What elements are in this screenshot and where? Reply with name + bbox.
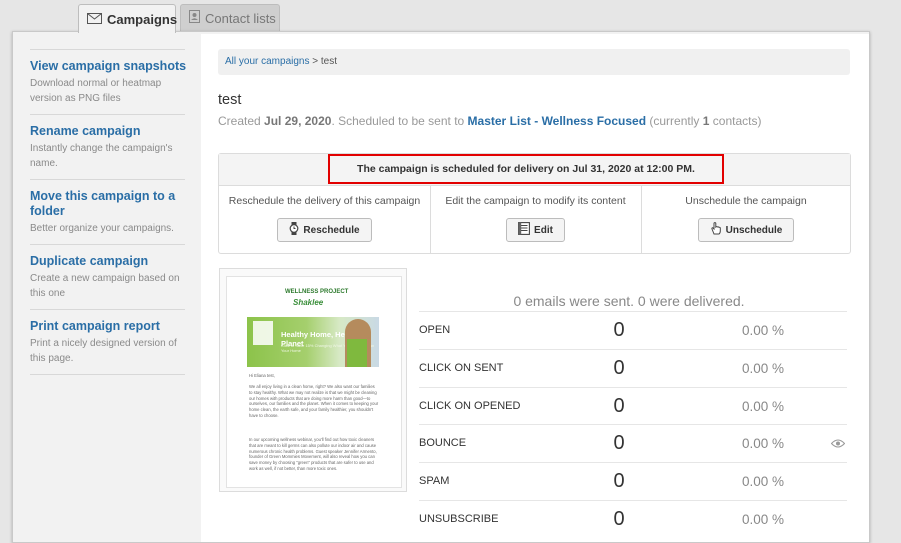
stat-row-spam: SPAM 0 0.00 % — [419, 462, 847, 500]
preview-brand-logo: Shaklee — [293, 298, 324, 307]
sidebar-item-move-folder[interactable]: Move this campaign to a folder Better or… — [30, 189, 188, 236]
stat-name: CLICK ON OPENED — [419, 399, 521, 412]
stat-row-click-on-sent: CLICK ON SENT 0 0.00 % — [419, 348, 847, 387]
tab-campaigns-label: Campaigns — [107, 11, 178, 27]
sidebar: View campaign snapshots Download normal … — [13, 32, 203, 542]
sidebar-item-view-snapshots[interactable]: View campaign snapshots Download normal … — [30, 59, 188, 106]
sidebar-item-desc: Create a new campaign based on this one — [30, 273, 180, 299]
page-title: test — [218, 92, 242, 108]
email-preview-content: WELLNESS PROJECT Shaklee Healthy Home, H… — [226, 276, 402, 488]
stat-row-click-on-opened: CLICK ON OPENED 0 0.00 % — [419, 386, 847, 425]
unschedule-button[interactable]: Unschedule — [697, 218, 795, 242]
tab-contact-lists-label: Contact lists — [205, 10, 276, 26]
edit-button-label: Edit — [534, 224, 553, 236]
reschedule-section: Reschedule the delivery of this campaign… — [219, 185, 431, 254]
document-edit-icon — [518, 222, 530, 238]
sidebar-item-rename[interactable]: Rename campaign Instantly change the cam… — [30, 124, 188, 171]
sidebar-divider — [30, 244, 185, 245]
sidebar-item-title[interactable]: Move this campaign to a folder — [30, 189, 188, 219]
sidebar-divider — [30, 179, 185, 180]
breadcrumb-root-link[interactable]: All your campaigns — [225, 56, 309, 67]
watch-icon — [289, 222, 299, 238]
preview-paragraph: In our upcoming wellness webinar, you'll… — [249, 437, 377, 471]
contacts-suffix: contacts) — [712, 114, 762, 128]
stat-name: BOUNCE — [419, 437, 467, 450]
schedule-message: The campaign is scheduled for delivery o… — [328, 154, 724, 184]
schedule-box: The campaign is scheduled for delivery o… — [218, 153, 851, 254]
stat-name: CLICK ON SENT — [419, 361, 504, 374]
email-preview[interactable]: WELLNESS PROJECT Shaklee Healthy Home, H… — [219, 268, 407, 492]
stat-percent: 0.00 % — [741, 474, 785, 490]
sidebar-item-title[interactable]: View campaign snapshots — [30, 59, 188, 74]
main-content: All your campaigns > test test Created J… — [201, 34, 869, 542]
preview-hero-image: Healthy Home, Healthy Planet Click to Sa… — [247, 317, 379, 367]
preview-greeting: Hi Eliana test, — [249, 373, 275, 378]
contact-book-icon — [189, 10, 205, 26]
scheduled-text: . Scheduled to be sent to — [331, 114, 465, 128]
stat-value: 0 — [613, 432, 625, 455]
contacts-count: 1 — [702, 114, 710, 128]
stat-percent: 0.00 % — [741, 436, 785, 452]
stat-value: 0 — [613, 470, 625, 493]
unschedule-section: Unschedule the campaign Unschedule — [641, 185, 851, 254]
sidebar-divider — [30, 309, 185, 310]
eye-icon[interactable] — [830, 437, 846, 451]
preview-brand-top: WELLNESS PROJECT — [285, 289, 349, 295]
stat-row-bounce: BOUNCE 0 0.00 % — [419, 424, 847, 462]
sidebar-item-duplicate[interactable]: Duplicate campaign Create a new campaign… — [30, 254, 188, 301]
breadcrumb-current: test — [320, 56, 338, 67]
preview-person-shirt — [347, 339, 367, 367]
unschedule-label: Unschedule the campaign — [685, 195, 807, 207]
stats-table: OPEN 0 0.00 % CLICK ON SENT 0 0.00 % CLI… — [419, 311, 847, 538]
tab-campaigns[interactable]: Campaigns — [78, 4, 178, 33]
stat-percent: 0.00 % — [741, 323, 785, 338]
stat-name: OPEN — [419, 324, 451, 336]
stat-percent: 0.00 % — [741, 398, 785, 414]
stat-percent: 0.00 % — [741, 511, 785, 527]
list-link[interactable]: Master List - Wellness Focused — [468, 114, 647, 128]
preview-paragraph: We all enjoy living in a clean home, rig… — [249, 384, 379, 418]
campaign-meta: Created Jul 29, 2020. Scheduled to be se… — [218, 114, 761, 128]
edit-label: Edit the campaign to modify its content — [445, 195, 626, 207]
envelope-icon — [87, 12, 107, 27]
sidebar-item-title[interactable]: Duplicate campaign — [30, 254, 188, 269]
sidebar-item-print-report[interactable]: Print campaign report Print a nicely des… — [30, 319, 188, 366]
sidebar-divider — [30, 49, 185, 50]
stat-name: SPAM — [419, 475, 450, 488]
breadcrumb: All your campaigns > test — [218, 49, 850, 75]
sidebar-item-title[interactable]: Rename campaign — [30, 124, 188, 139]
sidebar-divider — [30, 114, 185, 115]
sidebar-item-desc: Better organize your campaigns. — [30, 223, 174, 234]
reschedule-label: Reschedule the delivery of this campaign — [228, 195, 421, 207]
stat-name: UNSUBSCRIBE — [419, 512, 499, 525]
stat-value: 0 — [613, 507, 625, 530]
breadcrumb-separator: > — [312, 56, 319, 67]
hand-pointer-icon — [710, 222, 722, 238]
reschedule-button[interactable]: Reschedule — [277, 218, 372, 242]
sidebar-divider — [30, 374, 185, 375]
stats-summary: 0 emails were sent. 0 were delivered. — [513, 293, 745, 309]
sidebar-item-title[interactable]: Print campaign report — [30, 319, 188, 334]
stat-value: 0 — [613, 394, 625, 417]
sidebar-item-desc: Print a nicely designed version of this … — [30, 338, 177, 364]
tab-contact-lists[interactable]: Contact lists — [180, 4, 280, 31]
stat-value: 0 — [613, 356, 625, 379]
sidebar-item-desc: Instantly change the campaign's name. — [30, 143, 173, 169]
edit-section: Edit the campaign to modify its content … — [430, 185, 642, 254]
preview-badge — [253, 321, 273, 345]
created-date: Jul 29, 2020 — [264, 114, 332, 128]
stat-value: 0 — [613, 319, 625, 341]
reschedule-button-label: Reschedule — [303, 224, 360, 236]
contacts-prefix: (currently — [649, 114, 700, 128]
created-prefix: Created — [218, 114, 261, 128]
stat-row-open: OPEN 0 0.00 % — [419, 311, 847, 349]
campaign-panel: View campaign snapshots Download normal … — [12, 31, 870, 543]
stat-percent: 0.00 % — [741, 360, 785, 376]
schedule-header: The campaign is scheduled for delivery o… — [219, 154, 850, 186]
unschedule-button-label: Unschedule — [725, 224, 783, 236]
stat-row-unsubscribe: UNSUBSCRIBE 0 0.00 % — [419, 499, 847, 538]
sidebar-item-desc: Download normal or heatmap version as PN… — [30, 78, 162, 104]
edit-button[interactable]: Edit — [506, 218, 565, 242]
